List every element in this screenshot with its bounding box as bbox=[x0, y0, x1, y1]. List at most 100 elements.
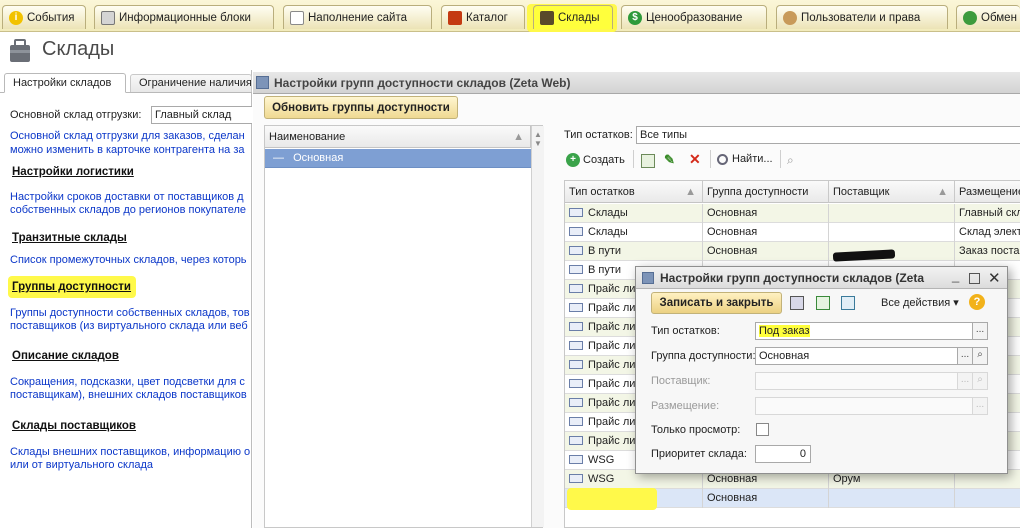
users-icon bbox=[783, 10, 797, 25]
table-row[interactable]: Склады Основная Склад элект bbox=[565, 223, 1020, 242]
section-desc: собственных складов до регионов покупате… bbox=[10, 204, 247, 216]
cell-text: Прайс ли bbox=[588, 378, 636, 390]
type-field[interactable]: Под заказ bbox=[755, 322, 973, 340]
dash-icon: — bbox=[273, 152, 284, 164]
logistics-settings-link[interactable]: Настройки логистики bbox=[12, 166, 134, 178]
group-label: Группа доступности: bbox=[651, 350, 756, 362]
group-field[interactable]: Основная bbox=[755, 347, 958, 365]
tab-site-content[interactable]: Наполнение сайта bbox=[283, 5, 432, 29]
column-header[interactable]: Размещение bbox=[955, 181, 1020, 203]
tab-warehouse-settings[interactable]: Настройки складов bbox=[4, 73, 126, 93]
cell-text: Основная bbox=[707, 226, 758, 238]
all-actions-menu[interactable]: Все действия ▾ bbox=[881, 296, 959, 309]
row-type-icon bbox=[569, 360, 583, 369]
copy-icon[interactable] bbox=[816, 296, 830, 310]
column-header[interactable]: Группа доступности bbox=[703, 181, 829, 203]
cell-text: Основная bbox=[707, 492, 758, 504]
cell-text: WSG bbox=[588, 454, 615, 466]
table-cell: Главный скл bbox=[955, 204, 1020, 223]
main-warehouse-desc: можно изменить в карточке контрагента на… bbox=[10, 144, 245, 156]
filter-type-field[interactable]: Все типы bbox=[636, 126, 1020, 144]
select-button[interactable]: ... bbox=[972, 322, 988, 340]
refresh-groups-button[interactable]: Обновить группы доступности bbox=[264, 96, 458, 119]
cell-text: Основная bbox=[707, 245, 758, 257]
row-type-icon bbox=[569, 417, 583, 426]
select-button: ... bbox=[972, 397, 988, 415]
readonly-checkbox[interactable] bbox=[756, 423, 769, 436]
section-desc: Список промежуточных складов, через кото… bbox=[10, 254, 247, 266]
section-desc: Склады внешних поставщиков, информацию о bbox=[10, 446, 250, 458]
row-type-icon bbox=[569, 265, 583, 274]
search-icon: ⌕ bbox=[972, 372, 988, 390]
table-row[interactable]: Склады Основная Главный скл bbox=[565, 204, 1020, 223]
tab-label: Обмен bbox=[981, 11, 1017, 24]
close-icon[interactable]: ✕ bbox=[988, 269, 1001, 287]
cancel-search-icon[interactable]: ⌕ bbox=[787, 153, 801, 167]
priority-field[interactable]: 0 bbox=[755, 445, 811, 463]
tab-users-rights[interactable]: Пользователи и права bbox=[776, 5, 948, 29]
list-item[interactable]: — Основная bbox=[265, 149, 531, 168]
tab-label: Информационные блоки bbox=[119, 11, 251, 24]
supplier-warehouses-link[interactable]: Склады поставщиков bbox=[12, 420, 136, 432]
refresh-icon[interactable] bbox=[841, 296, 855, 310]
tab-pricing[interactable]: $ Ценообразование bbox=[621, 5, 767, 29]
dialog-titlebar: Настройки групп доступности складов (Zet… bbox=[636, 267, 1007, 289]
cell-text: Прайс ли bbox=[588, 321, 636, 333]
cell-text: Прайс ли bbox=[588, 435, 636, 447]
maximize-icon[interactable] bbox=[969, 273, 980, 284]
cell-text: Основная bbox=[707, 473, 758, 485]
column-header-name[interactable]: Наименование ▲ bbox=[265, 126, 531, 148]
table-cell: Склады bbox=[565, 223, 703, 242]
dropdown-arrow-icon: ▾ bbox=[953, 297, 959, 309]
cell-text: Орум bbox=[833, 473, 861, 485]
sort-icon: ▲ bbox=[937, 186, 948, 198]
tab-exchange[interactable]: Обмен bbox=[956, 5, 1020, 29]
search-icon[interactable]: ⌕ bbox=[972, 347, 988, 365]
tab-info-blocks[interactable]: Информационные блоки bbox=[94, 5, 274, 29]
tab-availability-limit[interactable]: Ограничение наличия bbox=[130, 74, 252, 93]
cell-text: Склады bbox=[588, 207, 628, 219]
exchange-icon bbox=[963, 10, 977, 25]
row-type-icon bbox=[569, 436, 583, 445]
section-desc: поставщиков (из виртуального склада или … bbox=[10, 320, 248, 332]
column-header[interactable]: Поставщик ▲ bbox=[829, 181, 955, 203]
content-icon bbox=[290, 10, 304, 25]
table-cell: Основная bbox=[703, 204, 829, 223]
save-close-button[interactable]: Записать и закрыть bbox=[651, 292, 782, 314]
tab-catalog[interactable]: Каталог bbox=[441, 5, 525, 29]
table-cell: Основная bbox=[703, 242, 829, 261]
catalog-icon bbox=[448, 10, 462, 25]
availability-groups-link[interactable]: Группы доступности bbox=[12, 281, 131, 293]
help-icon[interactable]: ? bbox=[969, 294, 985, 310]
row-type-icon bbox=[569, 208, 583, 217]
cell-text: Склады bbox=[588, 226, 628, 238]
main-warehouse-label: Основной склад отгрузки: bbox=[10, 109, 142, 121]
page-header: Склады bbox=[0, 33, 1020, 70]
scrollbar[interactable]: ▲ ▼ bbox=[531, 126, 544, 527]
create-button[interactable]: + Создать bbox=[566, 153, 625, 167]
table-cell bbox=[955, 489, 1020, 508]
warehouse-descriptions-link[interactable]: Описание складов bbox=[12, 350, 119, 362]
tab-warehouses[interactable]: Склады bbox=[533, 5, 613, 29]
select-button[interactable]: ... bbox=[957, 347, 973, 365]
cell-text: Прайс ли bbox=[588, 302, 636, 314]
tab-events[interactable]: i События bbox=[2, 5, 86, 29]
transit-warehouses-link[interactable]: Транзитные склады bbox=[12, 232, 127, 244]
table-row[interactable]: В пути Основная Заказ поста bbox=[565, 242, 1020, 261]
delete-icon[interactable]: ✕ bbox=[689, 151, 701, 168]
row-type-icon bbox=[569, 455, 583, 464]
supplier-field bbox=[755, 372, 958, 390]
supplier-label: Поставщик: bbox=[651, 375, 711, 387]
edit-icon[interactable]: ✎ bbox=[664, 152, 675, 168]
row-type-icon bbox=[569, 322, 583, 331]
find-button[interactable]: Найти... bbox=[717, 153, 773, 165]
row-type-icon bbox=[569, 246, 583, 255]
save-icon[interactable] bbox=[790, 296, 804, 310]
main-warehouse-field[interactable]: Главный склад bbox=[151, 106, 252, 124]
row-type-icon bbox=[569, 398, 583, 407]
cell-text: Прайс ли bbox=[588, 397, 636, 409]
window-titlebar: Настройки групп доступности складов (Zet… bbox=[253, 72, 1020, 94]
minimize-icon[interactable]: _ bbox=[952, 268, 959, 283]
column-header[interactable]: Тип остатков ▲ bbox=[565, 181, 703, 203]
copy-icon[interactable] bbox=[641, 154, 655, 168]
